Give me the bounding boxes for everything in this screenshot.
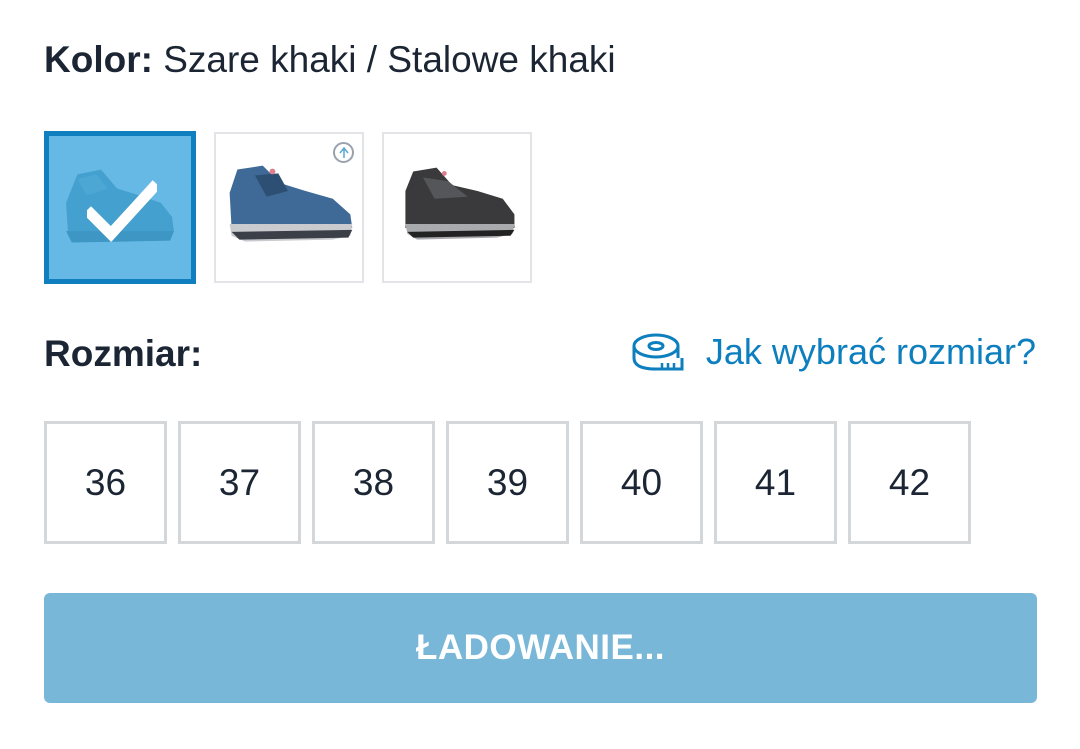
swatch-grey-khaki[interactable]: [44, 131, 196, 284]
size-option-38[interactable]: 38: [312, 421, 435, 544]
size-guide-link[interactable]: Jak wybrać rozmiar?: [632, 326, 1036, 378]
swatch-blue[interactable]: [214, 132, 364, 283]
color-value: Szare khaki / Stalowe khaki: [163, 39, 616, 80]
size-option-40[interactable]: 40: [580, 421, 703, 544]
color-selection-label: Kolor: Szare khaki / Stalowe khaki: [44, 36, 616, 84]
size-header: Rozmiar: Jak wybrać rozmiar?: [44, 326, 1036, 378]
size-option-41[interactable]: 41: [714, 421, 837, 544]
checkmark-icon: [87, 180, 157, 242]
size-guide-label[interactable]: Jak wybrać rozmiar?: [706, 326, 1036, 378]
black-shoe-image: [405, 167, 515, 240]
size-option-39[interactable]: 39: [446, 421, 569, 544]
size-option-37[interactable]: 37: [178, 421, 301, 544]
size-option-42[interactable]: 42: [848, 421, 971, 544]
add-to-cart-loading-button[interactable]: ŁADOWANIE...: [44, 593, 1037, 703]
eco-icon: [333, 142, 354, 163]
size-label: Rozmiar:: [44, 333, 203, 374]
color-swatches: [44, 131, 532, 284]
swatch-black[interactable]: [382, 132, 532, 283]
size-options: 36 37 38 39 40 41 42: [44, 421, 971, 544]
measuring-tape-icon: [632, 333, 684, 371]
color-label: Kolor:: [44, 39, 153, 80]
size-option-36[interactable]: 36: [44, 421, 167, 544]
